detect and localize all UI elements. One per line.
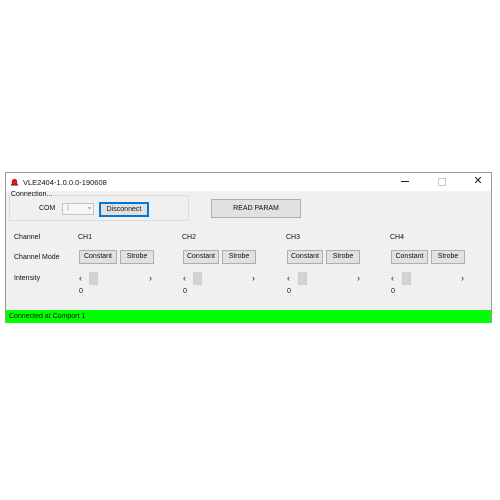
read-param-button[interactable]: READ PARAM — [211, 199, 301, 218]
ch4-strobe-button[interactable]: Strobe — [431, 250, 465, 264]
ch4-intensity-slider-thumb[interactable] — [402, 272, 411, 285]
close-button[interactable]: ✕ — [463, 174, 493, 189]
ch2-slider-left-icon[interactable]: ‹ — [183, 273, 186, 283]
ch1-slider-right-icon[interactable]: › — [149, 273, 152, 283]
disconnect-button[interactable]: Disconnect — [99, 202, 149, 217]
ch4-slider-left-icon[interactable]: ‹ — [391, 273, 394, 283]
com-port-select[interactable]: 1 ▾ — [62, 203, 94, 215]
ch3-intensity-slider-thumb[interactable] — [298, 272, 307, 285]
close-icon: ✕ — [473, 175, 483, 187]
minimize-icon — [401, 181, 409, 183]
ch4-slider-right-icon[interactable]: › — [461, 273, 464, 283]
ch1-constant-button[interactable]: Constant — [79, 250, 117, 264]
channel-3-label: CH3 — [286, 234, 301, 241]
ch3-constant-button[interactable]: Constant — [287, 250, 323, 264]
ch1-strobe-button[interactable]: Strobe — [120, 250, 154, 264]
channel-2-label: CH2 — [182, 234, 197, 241]
ch3-intensity-value: 0 — [287, 288, 291, 295]
maximize-button[interactable] — [427, 174, 457, 189]
ch2-intensity-value: 0 — [183, 288, 187, 295]
channel-4-label: CH4 — [390, 234, 405, 241]
window-title: VLE2404-1.0.0.0-190608 — [23, 178, 107, 187]
intensity-row-label: Intensity — [14, 275, 41, 282]
app-window: VLE2404-1.0.0.0-190608 ✕ Connection... C… — [5, 172, 492, 323]
channel-row-label: Channel — [14, 234, 41, 241]
ch1-intensity-value: 0 — [79, 288, 83, 295]
channel-1-label: CH1 — [78, 234, 93, 241]
channel-mode-row-label: Channel Mode — [14, 254, 60, 261]
ch3-strobe-button[interactable]: Strobe — [326, 250, 360, 264]
ch4-intensity-value: 0 — [391, 288, 395, 295]
maximize-icon — [438, 177, 446, 186]
com-port-value: 1 — [66, 205, 70, 212]
chevron-down-icon: ▾ — [87, 206, 91, 212]
red-alarm-light-icon — [10, 178, 19, 186]
ch1-intensity-slider-thumb[interactable] — [89, 272, 98, 285]
status-text: Connected at Comport 1 — [9, 313, 86, 320]
ch2-intensity-slider-thumb[interactable] — [193, 272, 202, 285]
status-bar: Connected at Comport 1 — [6, 310, 491, 323]
com-label: COM — [39, 205, 56, 212]
ch2-strobe-button[interactable]: Strobe — [222, 250, 256, 264]
ch1-slider-left-icon[interactable]: ‹ — [79, 273, 82, 283]
ch4-constant-button[interactable]: Constant — [391, 250, 428, 264]
title-bar: VLE2404-1.0.0.0-190608 ✕ — [6, 173, 491, 191]
minimize-button[interactable] — [390, 174, 420, 189]
ch3-slider-left-icon[interactable]: ‹ — [287, 273, 290, 283]
ch2-constant-button[interactable]: Constant — [183, 250, 219, 264]
ch2-slider-right-icon[interactable]: › — [252, 273, 255, 283]
ch3-slider-right-icon[interactable]: › — [357, 273, 360, 283]
connection-group-label: Connection... — [10, 191, 54, 198]
